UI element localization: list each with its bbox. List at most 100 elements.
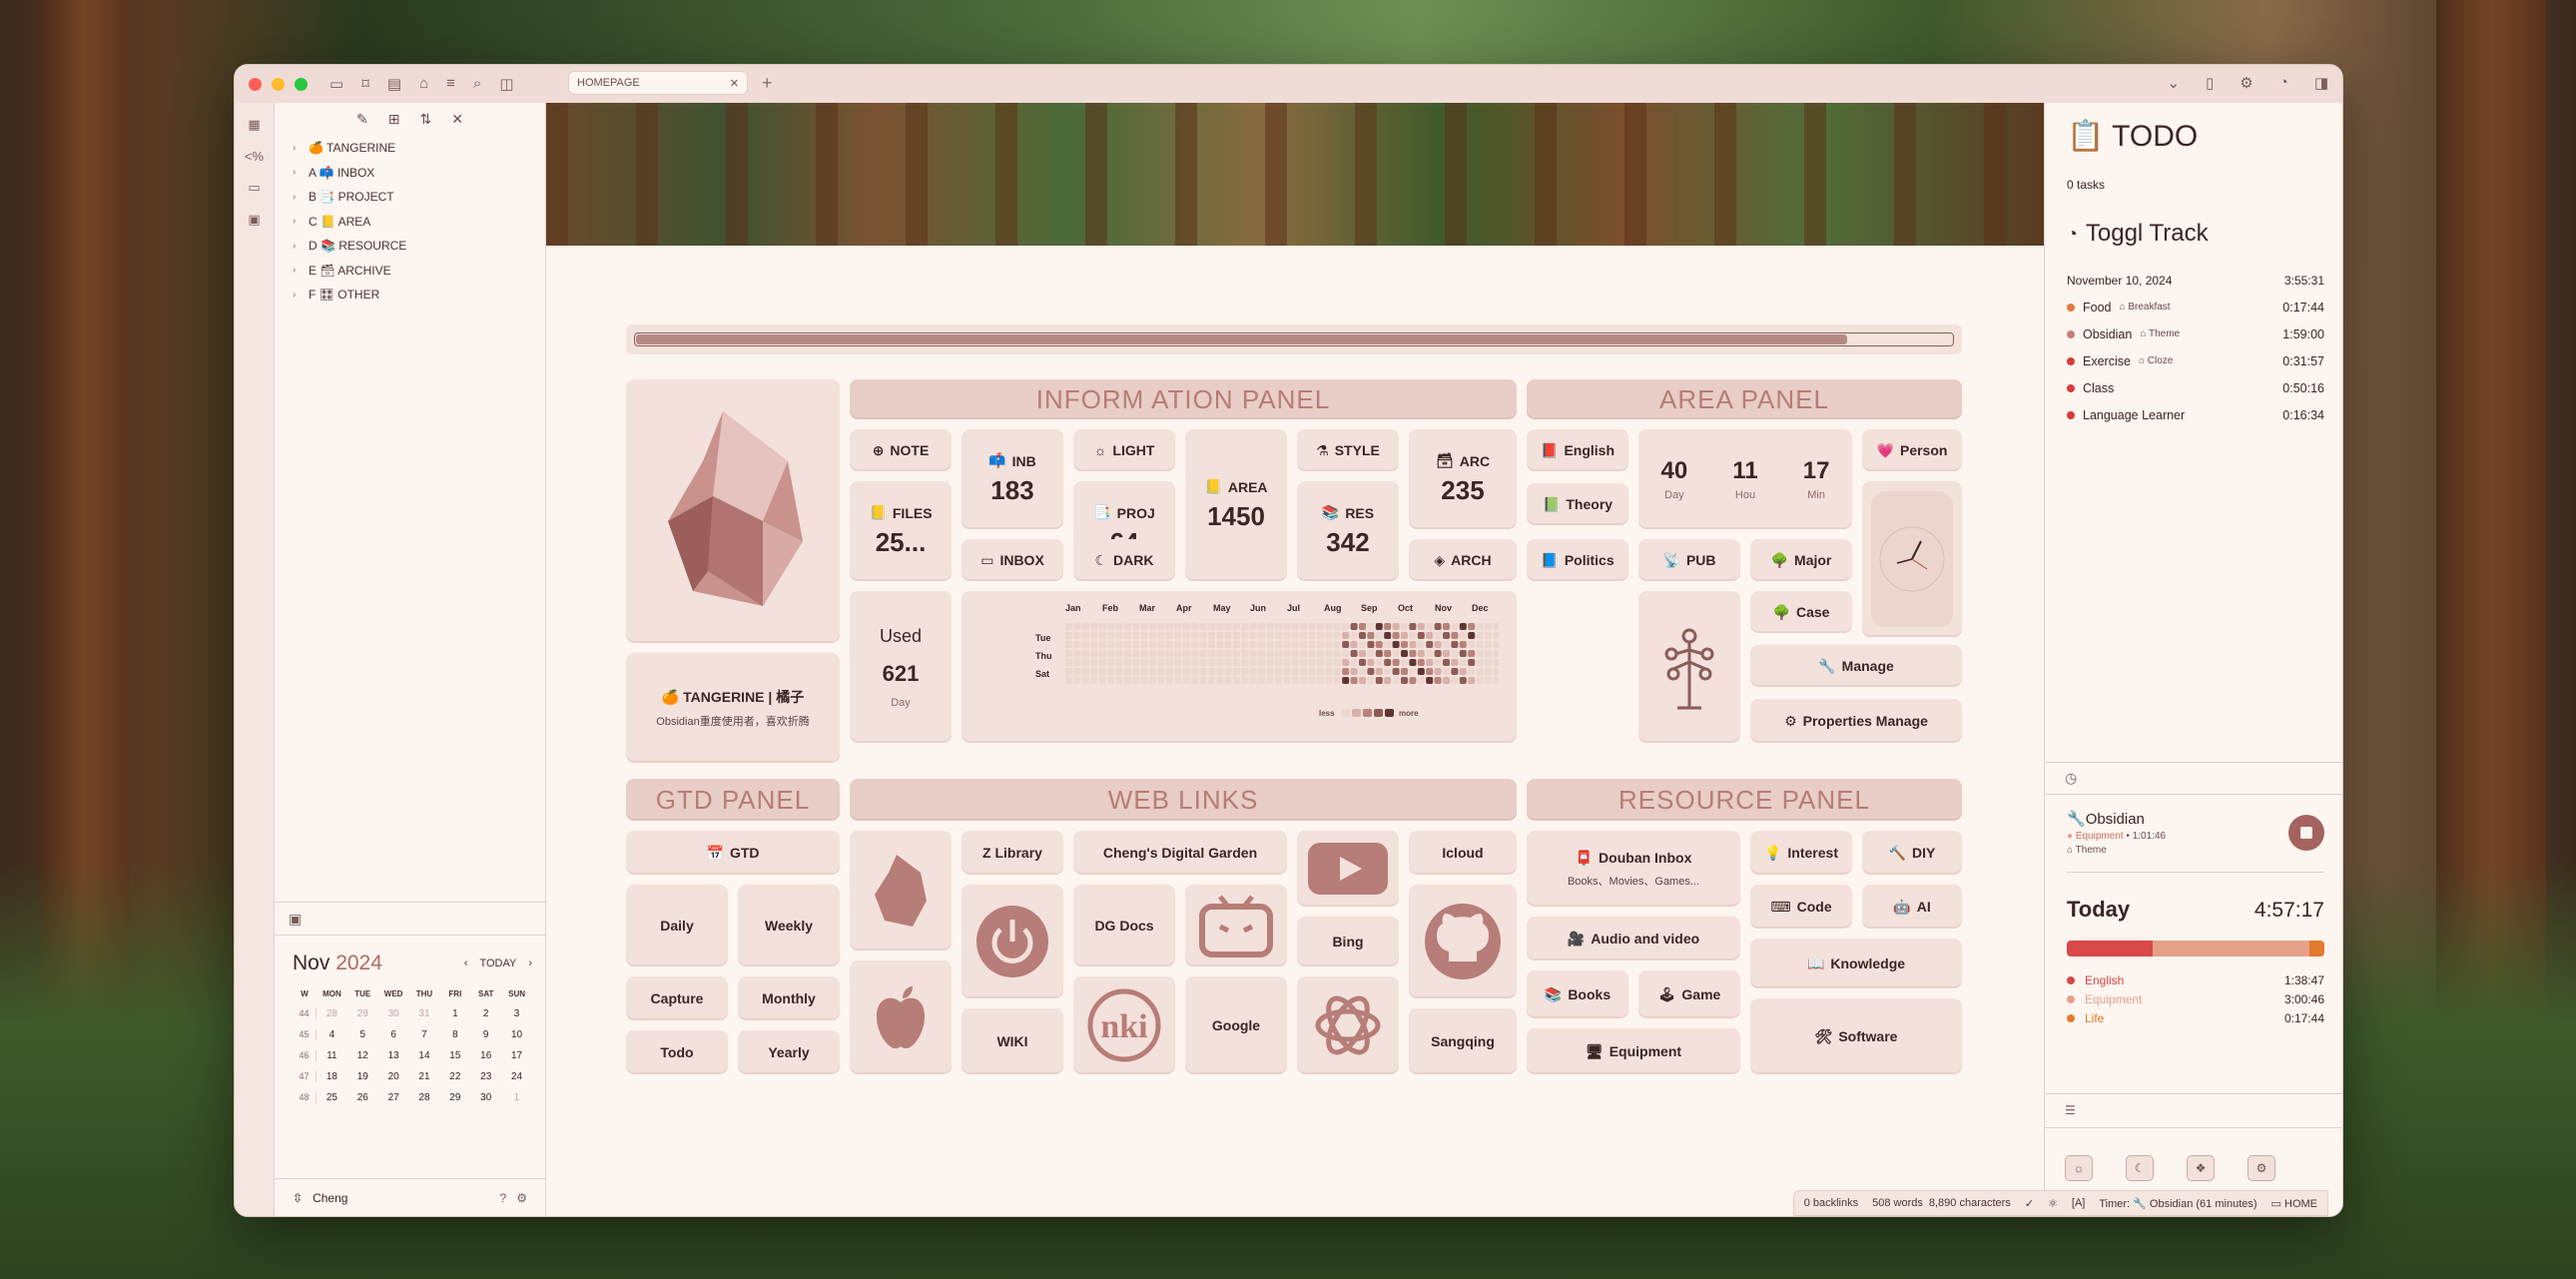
calendar-day[interactable]: 29 [347, 1008, 378, 1019]
calendar-icon[interactable]: ▣ [248, 212, 260, 228]
tag-icon[interactable]: ⌂ [419, 75, 428, 93]
wiki-link[interactable]: WIKI [962, 1008, 1063, 1074]
calendar-day[interactable]: 5 [347, 1029, 378, 1040]
calendar-day[interactable]: 20 [378, 1071, 409, 1082]
calendar-day[interactable]: 31 [409, 1008, 440, 1019]
dark-mode-button[interactable]: ☾ DARK [1073, 539, 1175, 581]
light-mode-button[interactable]: ☼ LIGHT [1073, 429, 1175, 471]
tab-close-icon[interactable]: ✕ [730, 77, 739, 90]
dg-docs-link[interactable]: DG Docs [1073, 885, 1175, 966]
douban-inbox-button[interactable]: 📮 Douban Inbox Books、Movies、Games... [1527, 831, 1740, 907]
case-button[interactable]: 🌳 Case [1750, 591, 1852, 633]
calendar-day[interactable]: 11 [317, 1050, 347, 1061]
theory-button[interactable]: 📗 Theory [1527, 483, 1628, 525]
tab-homepage[interactable]: HOMEPAGE ✕ [568, 71, 748, 95]
calendar-day[interactable]: 3 [501, 1008, 532, 1019]
vault-switcher[interactable]: ⇳ Cheng ? ⚙ [275, 1178, 545, 1216]
folder-item[interactable]: › E 🗃 ARCHIVE [293, 259, 545, 284]
note-button[interactable]: ⊕ NOTE [850, 429, 952, 471]
code-icon[interactable]: <% [245, 149, 264, 164]
files-stat[interactable]: 📒 FILES 25... [850, 481, 952, 581]
zlibrary-link[interactable]: Z Library [962, 831, 1063, 875]
anki-link[interactable]: nki [1073, 976, 1175, 1074]
folder-item[interactable]: › B 📑 PROJECT [293, 185, 545, 210]
digital-garden-link[interactable]: Cheng's Digital Garden [1073, 831, 1287, 875]
minimize-window-button[interactable] [272, 77, 285, 91]
layout-icon[interactable]: ◫ [499, 75, 513, 93]
calendar-day[interactable]: 30 [378, 1008, 409, 1019]
toggl-entry[interactable]: Obsidian ⌂ Theme 1:59:00 [2067, 320, 2324, 347]
calendar-day[interactable]: 30 [470, 1092, 501, 1103]
major-button[interactable]: 🌳 Major [1750, 539, 1852, 581]
calendar-day[interactable]: 23 [470, 1071, 501, 1082]
yearly-button[interactable]: Yearly [738, 1030, 840, 1074]
calendar-day[interactable]: 25 [317, 1092, 347, 1103]
sync-icon[interactable]: ✓ [2025, 1197, 2034, 1210]
todo-button[interactable]: Todo [626, 1030, 728, 1074]
toggl-entry[interactable]: Exercise ⌂ Cloze 0:31:57 [2067, 347, 2324, 374]
filter-icon[interactable]: ☰ [2065, 1103, 2076, 1117]
calendar-day[interactable]: 26 [347, 1092, 378, 1103]
code-button[interactable]: ⌨ Code [1750, 885, 1852, 929]
toggl-entry[interactable]: Food ⌂ Breakfast 0:17:44 [2067, 294, 2324, 320]
obsidian-logo-card[interactable] [626, 379, 840, 643]
politics-button[interactable]: 📘 Politics [1527, 539, 1628, 581]
monthly-button[interactable]: Monthly [738, 976, 840, 1020]
calendar-day[interactable]: 21 [409, 1071, 440, 1082]
new-note-icon[interactable]: ✎ [356, 111, 368, 128]
settings-toggle[interactable]: ⚙ [2248, 1155, 2275, 1181]
archive-icon[interactable]: ▤ [387, 75, 401, 93]
dashboard-icon[interactable]: ▦ [248, 117, 260, 133]
plugin-icon[interactable]: ⚙ [2240, 74, 2253, 92]
daily-button[interactable]: Daily [626, 885, 728, 966]
power-link[interactable] [962, 885, 1063, 998]
calendar-day[interactable]: 18 [317, 1071, 347, 1082]
calendar-day[interactable]: 8 [439, 1029, 470, 1040]
new-folder-icon[interactable]: ⊞ [388, 111, 400, 128]
sangqing-link[interactable]: Sangqing [1409, 1008, 1517, 1074]
timer-status[interactable]: Timer: 🔧 Obsidian (61 minutes) [2099, 1197, 2256, 1210]
books-button[interactable]: 📚 Books [1527, 970, 1628, 1018]
calendar-toggle[interactable]: ▣ [275, 902, 545, 936]
game-button[interactable]: 🕹 Game [1638, 970, 1740, 1018]
settings-icon[interactable]: ⚙ [516, 1191, 527, 1205]
calendar-icon[interactable]: ▣ [289, 911, 302, 927]
dark-mode-toggle[interactable]: ☾ [2126, 1155, 2154, 1181]
new-tab-button[interactable]: + [762, 73, 773, 94]
youtube-link[interactable] [1297, 831, 1399, 907]
calendar-day[interactable]: 15 [439, 1050, 470, 1061]
inb-stat[interactable]: 📫 INB 183 [962, 429, 1063, 529]
file-icon[interactable]: ▯ [2206, 74, 2214, 92]
bookmark-icon[interactable]: ⌑ [361, 75, 369, 93]
timer-icon[interactable]: ◔ [2279, 74, 2288, 92]
calendar-day[interactable]: 27 [378, 1092, 409, 1103]
person-button[interactable]: 💗 Person [1862, 429, 1962, 471]
list-icon[interactable]: ≡ [446, 75, 455, 93]
calendar-day[interactable]: 29 [439, 1092, 470, 1103]
search-icon[interactable]: ⌕ [473, 75, 481, 93]
style-button[interactable]: ⚗ STYLE [1297, 429, 1399, 471]
calendar-day[interactable]: 14 [409, 1050, 440, 1061]
stop-timer-button[interactable] [2288, 815, 2324, 851]
chevron-left-icon[interactable]: ‹ [464, 958, 468, 969]
right-sidebar-toggle-icon[interactable]: ◨ [2314, 74, 2328, 92]
toggl-entry[interactable]: Class 0:50:16 [2067, 374, 2324, 401]
grid-toggle[interactable]: ❖ [2187, 1155, 2215, 1181]
calendar-day[interactable]: 19 [347, 1071, 378, 1082]
res-stat[interactable]: 📚 RES 342 [1297, 481, 1399, 581]
chevron-right-icon[interactable]: › [528, 958, 532, 969]
english-button[interactable]: 📕 English [1527, 429, 1628, 471]
calendar-day[interactable]: 28 [409, 1092, 440, 1103]
calendar-day[interactable]: 12 [347, 1050, 378, 1061]
light-mode-toggle[interactable]: ☼ [2065, 1155, 2093, 1181]
folder-icon[interactable]: ▭ [329, 75, 343, 93]
git-icon[interactable]: ⚛ [2048, 1197, 2058, 1210]
calendar-day[interactable]: 1 [439, 1008, 470, 1019]
ai-button[interactable]: 🤖 AI [1862, 885, 1962, 929]
chatgpt-link[interactable] [1297, 976, 1399, 1074]
zoom-window-button[interactable] [295, 77, 308, 91]
google-link[interactable]: Google [1185, 976, 1287, 1074]
close-window-button[interactable] [249, 77, 262, 91]
calendar-day[interactable]: 9 [470, 1029, 501, 1040]
sort-icon[interactable]: ⇅ [420, 111, 432, 128]
